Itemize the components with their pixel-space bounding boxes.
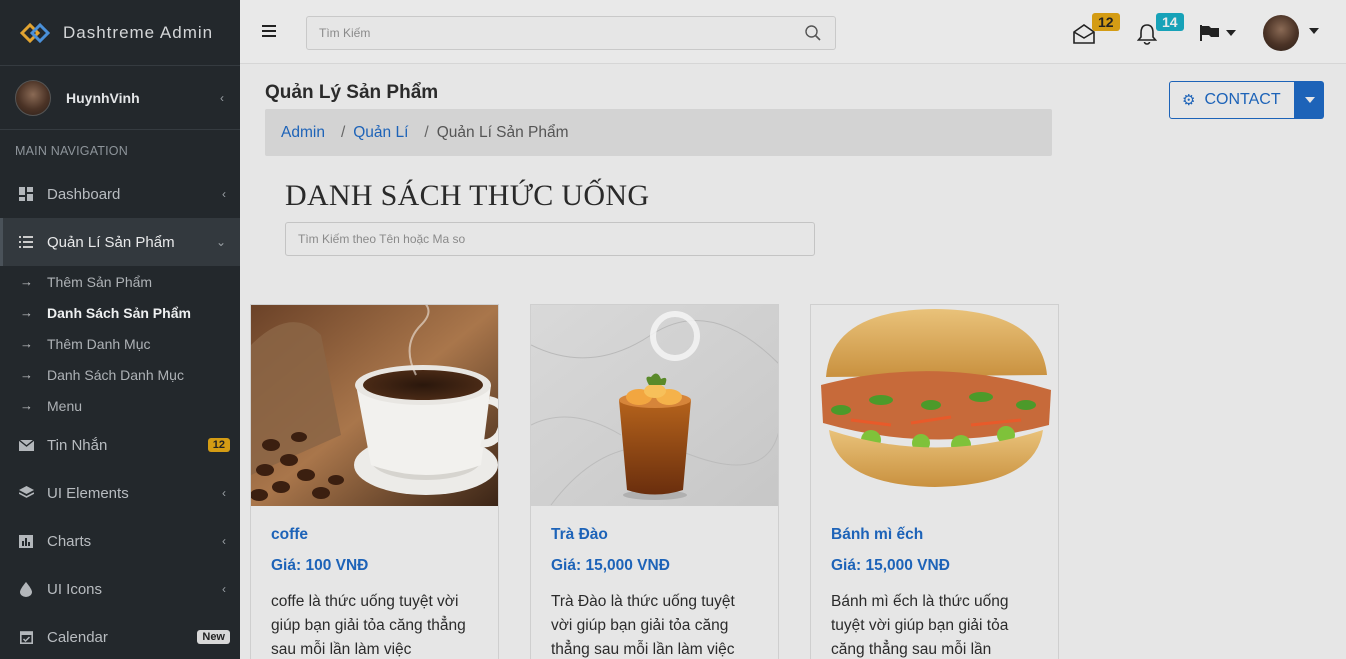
breadcrumb-current: Quản Lí Sản Phẩm: [436, 123, 569, 141]
product-price: Giá: 100 VNĐ: [271, 557, 369, 574]
sidebar-item-charts[interactable]: Charts ‹: [0, 517, 240, 565]
chevron-down-icon[interactable]: [1226, 30, 1236, 36]
contact-button[interactable]: ⚙ CONTACT: [1169, 81, 1295, 119]
main-content: Quản Lý Sản Phẩm Admin / Quản Lí / Quản …: [240, 65, 1346, 659]
nav-header: MAIN NAVIGATION: [15, 144, 128, 158]
breadcrumb: Admin / Quản Lí / Quản Lí Sản Phẩm: [265, 109, 1052, 156]
chevron-left-icon: ‹: [222, 534, 226, 548]
sidebar-subitem-label: Thêm Sản Phẩm: [47, 273, 153, 290]
gear-icon: ⚙: [1182, 92, 1196, 109]
chevron-down-icon[interactable]: [1309, 28, 1319, 34]
sidebar-item-ui-icons[interactable]: UI Icons ‹: [0, 565, 240, 613]
sidebar-subitem-label: Menu: [47, 397, 83, 414]
global-search-input[interactable]: [307, 17, 835, 49]
sidebar-item-dashboard[interactable]: Dashboard ‹: [0, 170, 240, 218]
envelope-icon: [18, 439, 34, 451]
topbar: 12 14: [240, 0, 1346, 64]
product-card-body: Bánh mì ếch Giá: 15,000 VNĐ Bánh mì ếch …: [811, 506, 1058, 659]
product-name[interactable]: Trà Đào: [551, 526, 758, 557]
product-description: coffe là thức uống tuyệt vời giúp bạn gi…: [271, 593, 466, 658]
sidebar-item-label: Quản Lí Sản Phẩm: [47, 233, 175, 251]
brand-logo-icon: [19, 22, 51, 43]
chevron-left-icon: ‹: [222, 486, 226, 500]
sidebar-item-products[interactable]: Quản Lí Sản Phẩm ⌄: [0, 218, 240, 266]
breadcrumb-manage-link[interactable]: Quản Lí: [353, 124, 408, 142]
contact-dropdown-toggle[interactable]: [1295, 81, 1324, 119]
calendar-icon: [18, 630, 34, 644]
arrow-right-icon: →: [20, 367, 33, 382]
drop-icon: [18, 581, 34, 597]
flag-icon[interactable]: [1200, 25, 1220, 41]
product-image-peach-tea[interactable]: [531, 305, 778, 506]
breadcrumb-separator: /: [340, 123, 346, 141]
sidebar-subitem-label: Danh Sách Sản Phẩm: [47, 304, 191, 321]
contact-label: CONTACT: [1204, 91, 1281, 108]
sidebar-item-label: Tin Nhắn: [47, 436, 108, 454]
profile-avatar[interactable]: [1263, 15, 1299, 51]
hamburger-menu-icon[interactable]: [262, 25, 276, 37]
sidebar-subitem-product-list[interactable]: → Danh Sách Sản Phẩm: [0, 297, 240, 328]
messages-badge: 12: [207, 438, 230, 452]
sidebar-item-calendar[interactable]: Calendar New: [0, 613, 240, 659]
chevron-left-icon: ‹: [220, 90, 224, 105]
breadcrumb-admin-link[interactable]: Admin: [281, 124, 325, 142]
product-card[interactable]: coffe Giá: 100 VNĐ coffe là thức uống tu…: [250, 304, 499, 659]
list-title: DANH SÁCH THỨC UỐNG: [285, 179, 650, 212]
sidebar-subitem-label: Thêm Danh Mục: [47, 335, 151, 352]
calendar-badge: New: [197, 630, 230, 644]
product-image-coffee[interactable]: [251, 305, 498, 506]
dashboard-icon: [18, 187, 34, 201]
sidebar-item-label: UI Icons: [47, 580, 103, 598]
sidebar-subitem-add-category[interactable]: → Thêm Danh Mục: [0, 328, 240, 359]
product-image-banh-mi[interactable]: [811, 305, 1058, 506]
sidebar-item-label: UI Elements: [47, 484, 129, 502]
sidebar-subitem-label: Danh Sách Danh Mục: [47, 366, 184, 383]
product-card[interactable]: Bánh mì ếch Giá: 15,000 VNĐ Bánh mì ếch …: [810, 304, 1059, 659]
contact-button-group: ⚙ CONTACT: [1169, 81, 1324, 119]
chevron-left-icon: ‹: [222, 187, 226, 201]
bell-icon[interactable]: [1137, 24, 1157, 45]
chevron-left-icon: ‹: [222, 582, 226, 596]
arrow-right-icon: →: [20, 274, 33, 289]
breadcrumb-separator: /: [424, 123, 429, 141]
product-search-input[interactable]: [286, 223, 814, 255]
search-icon[interactable]: [805, 25, 821, 41]
global-search[interactable]: [306, 16, 836, 50]
list-icon: [18, 236, 34, 248]
product-price: Giá: 15,000 VNĐ: [551, 557, 670, 574]
product-name[interactable]: coffe: [271, 526, 478, 557]
product-search[interactable]: [285, 222, 815, 256]
bar-chart-icon: [18, 534, 34, 548]
sidebar-item-label: Calendar: [47, 628, 108, 646]
arrow-right-icon: →: [20, 305, 33, 320]
loading-spinner-icon: [650, 311, 700, 361]
user-avatar: [15, 79, 51, 116]
mail-badge: 12: [1092, 13, 1120, 31]
page-title: Quản Lý Sản Phẩm: [265, 82, 439, 103]
bell-badge: 14: [1156, 13, 1184, 31]
product-description: Trà Đào là thức uống tuyệt vời giúp bạn …: [551, 593, 735, 658]
layers-icon: [18, 486, 34, 500]
product-description: Bánh mì ếch là thức uống tuyệt vời giúp …: [831, 593, 1009, 658]
sidebar-item-label: Charts: [47, 532, 92, 550]
product-card-body: Trà Đào Giá: 15,000 VNĐ Trà Đào là thức …: [531, 506, 778, 659]
chevron-down-icon: ⌄: [215, 235, 226, 249]
sidebar-subitem-add-product[interactable]: → Thêm Sản Phẩm: [0, 266, 240, 297]
product-card-body: coffe Giá: 100 VNĐ coffe là thức uống tu…: [251, 506, 498, 659]
product-price: Giá: 15,000 VNĐ: [831, 557, 950, 574]
sidebar-item-messages[interactable]: Tin Nhắn 12: [0, 421, 240, 469]
sidebar-subitem-menu[interactable]: → Menu: [0, 390, 240, 421]
user-name: HuynhVinh: [66, 89, 140, 106]
user-panel[interactable]: HuynhVinh ‹: [0, 66, 240, 130]
sidebar: Dashtreme Admin HuynhVinh ‹ MAIN NAVIGAT…: [0, 0, 240, 659]
brand[interactable]: Dashtreme Admin: [0, 0, 240, 66]
brand-name: Dashtreme Admin: [63, 22, 214, 42]
product-card[interactable]: Trà Đào Giá: 15,000 VNĐ Trà Đào là thức …: [530, 304, 779, 659]
sidebar-subitem-category-list[interactable]: → Danh Sách Danh Mục: [0, 359, 240, 390]
sidebar-item-label: Dashboard: [47, 185, 121, 203]
arrow-right-icon: →: [20, 398, 33, 413]
sidebar-item-ui-elements[interactable]: UI Elements ‹: [0, 469, 240, 517]
product-name[interactable]: Bánh mì ếch: [831, 526, 1038, 557]
arrow-right-icon: →: [20, 336, 33, 351]
